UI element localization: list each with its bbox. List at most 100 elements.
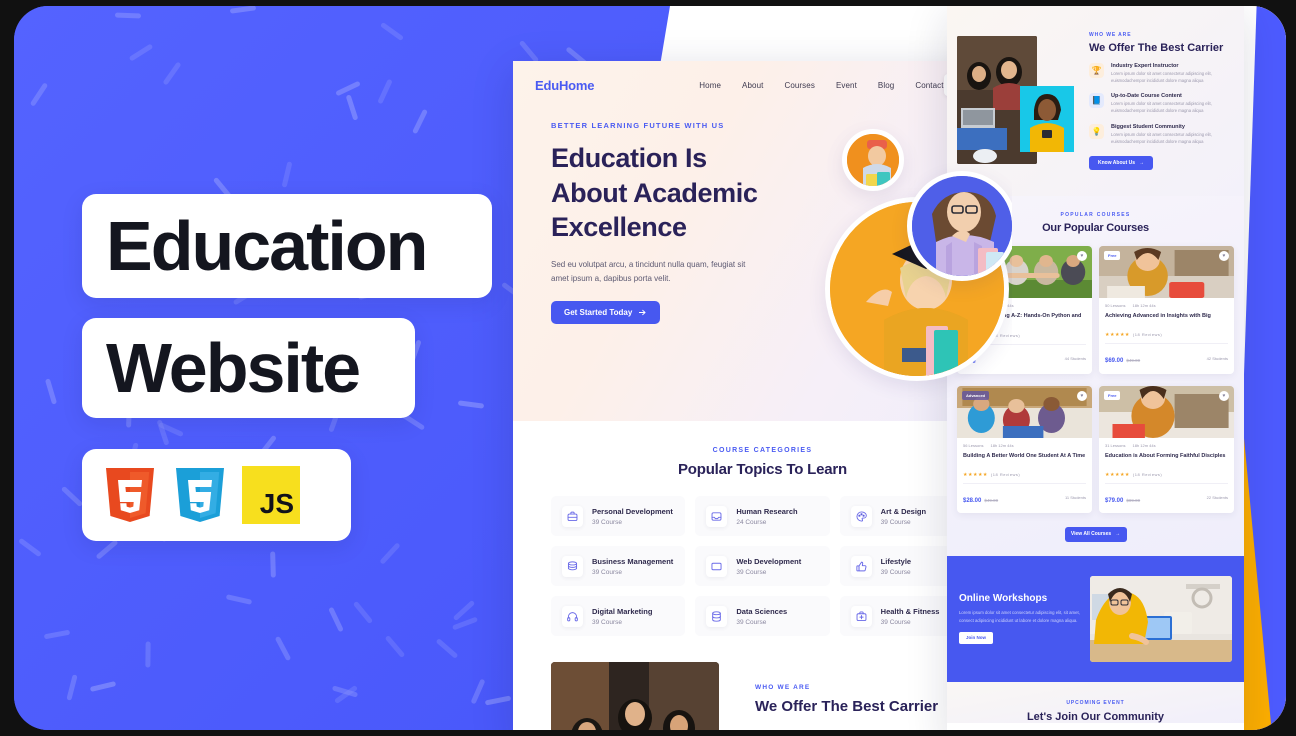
category-name: Art & Design — [880, 506, 927, 516]
database-icon-glyph — [712, 610, 722, 622]
thumbs-up-icon — [850, 555, 872, 577]
palette-icon-glyph — [856, 510, 867, 522]
know-about-us-button[interactable]: Know About Us → — [1089, 156, 1154, 171]
course-pricing: $28.00 $49.00 — [963, 489, 998, 507]
category-card[interactable]: Personal Development 39 Course — [551, 496, 686, 536]
course-lessons: 50 Lessons — [1105, 303, 1126, 308]
category-count: 39 Course — [592, 568, 622, 576]
book-icon: 📘 — [1089, 93, 1104, 109]
course-stars: ★★★★★ — [963, 471, 988, 478]
dash-mark — [44, 377, 57, 405]
categories-eyebrow: COURSE CATEGORIES — [712, 447, 813, 454]
course-body: 56 Lessons 18h 12m 44s Building A Better W… — [957, 438, 1092, 513]
view-all-courses-button[interactable]: View All Courses → — [1064, 526, 1127, 542]
poster-headline-card-education: Education — [82, 194, 492, 298]
css3-icon — [172, 466, 228, 524]
category-text: Lifestyle 39 Course — [881, 557, 911, 576]
nav-link-contact[interactable]: Contact — [915, 81, 943, 90]
course-old-price: $49.00 — [1126, 358, 1141, 363]
category-card[interactable]: Business Management 39 Course — [551, 546, 686, 586]
wishlist-heart-icon[interactable]: ♥ — [1219, 390, 1229, 401]
category-name: Business Management — [592, 556, 674, 566]
dash-mark — [43, 629, 71, 640]
course-old-price: $89.00 — [1126, 497, 1141, 503]
course-footer: $28.00 $49.00 11 Students — [963, 482, 1086, 507]
category-card[interactable]: Data Sciences 39 Course — [695, 596, 830, 636]
nav-link-blog[interactable]: Blog — [878, 81, 894, 90]
preview-feature-title: Biggest Student Community — [1111, 123, 1185, 130]
category-name: Health & Fitness — [880, 606, 940, 616]
dash-mark — [95, 538, 119, 560]
briefcase-icon — [562, 505, 583, 527]
nav-links: Home About Courses Event Blog Contact — [699, 81, 943, 90]
html5-shield-icon — [106, 468, 154, 522]
preview-feature-text: Industry Expert Instructor Lorem ipsum do… — [1111, 63, 1234, 84]
layers-icon-glyph — [567, 560, 578, 570]
nav-link-courses[interactable]: Courses — [784, 81, 815, 90]
course-card[interactable]: Free ♥ 50 Lessons 18h 12m 44s Achieving Adva… — [1099, 246, 1234, 374]
course-thumbnail: Free ♥ — [1099, 246, 1234, 298]
category-name: Lifestyle — [880, 556, 912, 566]
hero-title-line-3: Excellence — [551, 212, 687, 243]
course-students: 11 Students — [1064, 495, 1086, 500]
join-now-label: Join Now — [966, 635, 986, 641]
nav-link-event[interactable]: Event — [836, 81, 857, 90]
hero-title: Education Is About Academic Excellence — [551, 141, 1012, 245]
course-badge: Advanced — [962, 390, 990, 400]
dash-mark — [379, 22, 404, 42]
category-name: Data Sciences — [736, 606, 788, 616]
about-eyebrow: WHO WE ARE — [755, 684, 811, 691]
dash-mark — [66, 674, 78, 701]
site-logo[interactable]: EduHome — [535, 78, 594, 93]
dash-mark — [60, 486, 83, 508]
course-students: 44 Students — [1064, 356, 1086, 361]
nav-link-about[interactable]: About — [742, 81, 763, 90]
course-title: Education is About Forming Faithful Disc… — [1105, 452, 1226, 459]
get-started-button[interactable]: Get Started Today — [551, 300, 661, 324]
course-thumbnail: Advanced ♥ — [957, 385, 1092, 438]
preview-feature-title: Up-to-Date Course Content — [1111, 93, 1182, 100]
arrow-right-icon: → — [1115, 531, 1121, 537]
arrow-right-icon — [639, 309, 646, 315]
html5-icon — [102, 466, 158, 524]
poster-headline-website: Website — [106, 329, 361, 407]
course-rating: ★★★★★(18 Reviews) — [963, 472, 1086, 478]
dash-mark — [470, 678, 486, 705]
course-lessons: 56 Lessons — [963, 442, 984, 448]
course-card[interactable]: Advanced ♥ 56 Lessons 18h 12m 44s Building A… — [957, 385, 1092, 513]
preview-photo-portrait — [1020, 86, 1074, 152]
course-meta: 50 Lessons 18h 12m 44s — [1105, 303, 1228, 308]
course-badge: Free — [1104, 251, 1121, 260]
course-students: 22 Students — [1206, 495, 1228, 500]
course-reviews: (18 Reviews) — [1132, 332, 1163, 337]
dash-mark — [225, 594, 253, 606]
categories-title: Popular Topics To Learn — [677, 461, 848, 478]
course-card[interactable]: Free ♥ 31 Lessons 18h 12m 44s Education is A… — [1099, 385, 1234, 513]
dash-mark — [412, 109, 429, 135]
nav-link-home[interactable]: Home — [699, 81, 721, 90]
poster-headline-education: Education — [106, 207, 428, 285]
preview-feature-title: Industry Expert Instructor — [1111, 63, 1179, 69]
lightbulb-icon: 💡 — [1089, 123, 1104, 139]
wishlist-heart-icon[interactable]: ♥ — [1077, 390, 1087, 401]
layers-icon — [562, 555, 583, 577]
wishlist-heart-icon[interactable]: ♥ — [1077, 251, 1087, 261]
wishlist-heart-icon[interactable]: ♥ — [1219, 251, 1229, 261]
course-pricing: $79.00 $89.00 — [1105, 489, 1140, 507]
category-card[interactable]: Web Development 39 Course — [695, 546, 830, 586]
inbox-icon — [706, 505, 728, 527]
category-card[interactable]: Digital Marketing 39 Course — [551, 596, 686, 636]
join-now-button[interactable]: Join Now — [959, 631, 993, 644]
course-duration: 18h 12m 44s — [1132, 303, 1156, 308]
course-stars: ★★★★★ — [1105, 471, 1130, 478]
course-meta: 31 Lessons 18h 12m 44s — [1105, 443, 1228, 448]
preview-course-row-2: Advanced ♥ 56 Lessons 18h 12m 44s Building A… — [947, 385, 1244, 513]
dash-mark — [156, 419, 170, 446]
course-rating: ★★★★★(18 Reviews) — [1105, 332, 1228, 338]
medical-kit-icon — [850, 605, 872, 627]
database-icon — [706, 605, 728, 627]
dash-mark — [281, 161, 293, 188]
dash-mark — [162, 61, 182, 86]
category-card[interactable]: Human Research 24 Course — [695, 496, 830, 536]
course-title: Achieving Advanced in Insights with Big — [1105, 313, 1211, 319]
